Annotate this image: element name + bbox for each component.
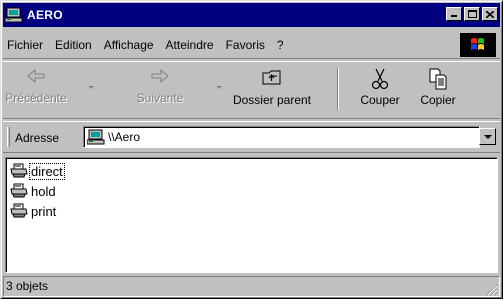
- address-value: \\Aero: [108, 130, 141, 144]
- maximize-icon: [468, 10, 477, 18]
- menu-fichier[interactable]: Fichier: [3, 38, 49, 52]
- list-item-print[interactable]: print: [10, 202, 57, 220]
- copy-button[interactable]: Copier: [413, 68, 463, 107]
- window-title: AERO: [27, 8, 63, 22]
- address-bar-grip[interactable]: [7, 127, 10, 147]
- list-item-direct[interactable]: direct: [10, 162, 65, 180]
- address-bar: Adresse \\Aero: [3, 121, 500, 153]
- file-name: hold: [31, 183, 56, 199]
- forward-label: Suivante: [136, 91, 184, 105]
- network-computer-icon: [4, 7, 23, 23]
- menu-affichage[interactable]: Affichage: [98, 38, 160, 52]
- address-label: Adresse: [15, 131, 60, 145]
- printer-icon: [10, 203, 28, 218]
- status-text: 3 objets: [6, 279, 49, 293]
- file-name: print: [31, 203, 57, 219]
- back-label: Précédente: [5, 91, 67, 105]
- forward-button[interactable]: Suivante: [129, 68, 191, 105]
- menu-favoris[interactable]: Favoris: [220, 38, 271, 52]
- toolbar-separator: [337, 68, 339, 110]
- close-icon: [486, 10, 494, 18]
- copy-label: Copier: [420, 93, 456, 107]
- printer-icon: [10, 183, 28, 198]
- status-panel: 3 objets: [3, 276, 500, 297]
- back-button[interactable]: Précédente: [5, 68, 67, 105]
- window-controls: [444, 7, 498, 21]
- menu-atteindre[interactable]: Atteindre: [160, 38, 220, 52]
- list-item-hold[interactable]: hold: [10, 182, 57, 200]
- cut-button[interactable]: Couper: [355, 68, 405, 107]
- up-folder-button[interactable]: Dossier parent: [229, 68, 315, 107]
- address-dropdown-button[interactable]: [479, 128, 496, 145]
- status-bar: 3 objets: [3, 276, 500, 298]
- address-input[interactable]: \\Aero: [83, 126, 480, 148]
- minimize-button[interactable]: [446, 7, 462, 21]
- scissors-icon: [371, 68, 389, 90]
- menu-bar: Fichier Edition Affichage Atteindre Favo…: [3, 31, 500, 59]
- network-computer-icon: [86, 129, 105, 145]
- back-dropdown[interactable]: [88, 86, 94, 89]
- folder-up-icon: [262, 70, 281, 85]
- windows-logo: [460, 33, 496, 57]
- resize-grip-icon[interactable]: [486, 284, 498, 296]
- copy-icon: [429, 68, 447, 90]
- windows-flag-icon: [471, 38, 484, 50]
- printer-icon: [10, 163, 28, 178]
- forward-dropdown[interactable]: [216, 86, 222, 89]
- close-button[interactable]: [482, 7, 498, 21]
- file-list[interactable]: direct hold print: [5, 157, 498, 273]
- maximize-button[interactable]: [464, 7, 480, 21]
- minimize-icon: [451, 15, 457, 17]
- cut-label: Couper: [360, 93, 400, 107]
- standard-toolbar: Précédente Suivante Dossier parent Coupe…: [3, 61, 500, 119]
- menu-help[interactable]: ?: [271, 38, 290, 52]
- back-arrow-icon: [27, 68, 45, 84]
- file-name: direct: [29, 162, 65, 180]
- forward-arrow-icon: [151, 68, 169, 84]
- title-bar[interactable]: AERO: [3, 3, 500, 27]
- up-folder-label: Dossier parent: [232, 93, 312, 107]
- explorer-window: AERO Fichier Edition Affichage Atteindre…: [0, 0, 503, 299]
- menu-edition[interactable]: Edition: [49, 38, 98, 52]
